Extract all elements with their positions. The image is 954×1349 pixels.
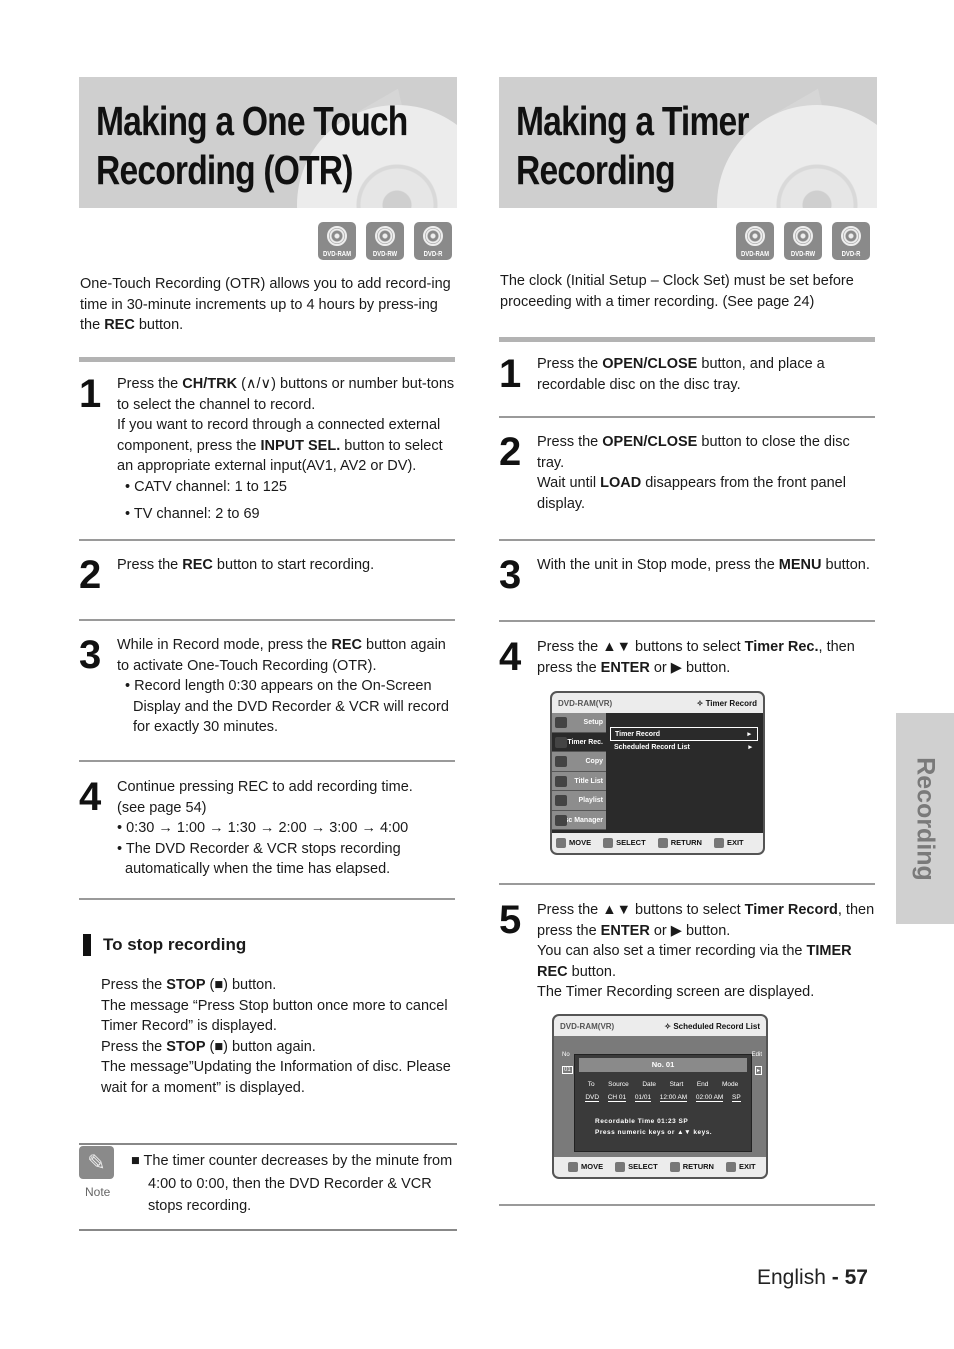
return-key-icon (657, 838, 668, 848)
divider (79, 357, 455, 362)
source-field[interactable]: CH 01 (607, 1094, 627, 1102)
enter-key-icon (603, 838, 614, 848)
date-field[interactable]: 01/01 (634, 1094, 652, 1102)
osd-scheduled-list: DVD-RAM(VR) ✧ Scheduled Record List No 01… (552, 1014, 768, 1179)
page-title: Making a One Touch Recording (OTR) (96, 98, 408, 193)
divider (499, 620, 875, 622)
divider (499, 1204, 875, 1206)
divider (79, 1143, 457, 1145)
dvd-rw-icon: DVD-RW (784, 222, 822, 260)
playlist-icon (555, 795, 567, 806)
stop-recording-heading: To stop recording (83, 934, 246, 956)
osd-menu-timer-record[interactable]: Timer Record ▸ (610, 727, 758, 741)
divider (499, 337, 875, 342)
osd-select-hint: SELECT (615, 1162, 658, 1172)
osd-select-hint: SELECT (603, 838, 646, 848)
arrow-right-icon: ▸ (754, 1066, 762, 1075)
osd-side-item-timer-rec[interactable]: Timer Rec. (552, 732, 606, 752)
divider (79, 898, 455, 900)
dvd-r-icon: DVD-R (832, 222, 870, 260)
osd-return-hint: RETURN (657, 838, 702, 848)
osd-side-menu: Setup Timer Rec. Copy Title List Playlis… (552, 713, 606, 833)
return-key-icon (669, 1162, 680, 1172)
disc-icon (555, 814, 567, 826)
osd-menu-scheduled-list[interactable]: Scheduled Record List ▸ (610, 741, 758, 755)
divider (79, 760, 455, 762)
section-tab-recording: Recording (896, 713, 954, 924)
page-number: English - 57 (757, 1266, 868, 1289)
end-field[interactable]: 02:00 AM (695, 1094, 724, 1102)
disc-compat-icons: DVD-RAM DVD-RW DVD-R (736, 222, 870, 260)
start-field[interactable]: 12:00 AM (659, 1094, 688, 1102)
pencil-note-icon: ✎ (79, 1146, 114, 1179)
osd-exit-hint: EXIT (713, 838, 744, 848)
dvd-ram-icon: DVD-RAM (318, 222, 356, 260)
note-text: ■ The timer counter decreases by the min… (131, 1153, 453, 1214)
exit-key-icon (725, 1162, 736, 1172)
divider (79, 619, 455, 621)
dvd-rw-icon: DVD-RW (366, 222, 404, 260)
timer-record-dialog: No. 01 To Source Date Start End Mode DVD CH 0… (574, 1054, 752, 1152)
divider (79, 1229, 457, 1231)
osd-side-item-disc-manager[interactable]: Disc Manager (552, 810, 606, 830)
move-key-icon (568, 1162, 578, 1172)
arrow-right-icon: ▸ (748, 744, 752, 751)
timer-intro: The clock (Initial Setup – Clock Set) mu… (500, 273, 854, 310)
dvd-r-icon: DVD-R (414, 222, 452, 260)
osd-side-item-copy[interactable]: Copy (552, 752, 606, 772)
otr-intro: One-Touch Recording (OTR) allows you to … (80, 276, 451, 333)
otr-title-banner: Making a One Touch Recording (OTR) (79, 77, 457, 208)
exit-key-icon (713, 838, 724, 848)
osd-side-item-playlist[interactable]: Playlist (552, 791, 606, 811)
mode-field[interactable]: SP (732, 1094, 741, 1102)
osd-move-hint: MOVE (568, 1162, 603, 1172)
clock-icon (555, 736, 567, 748)
gear-icon (555, 717, 567, 728)
move-key-icon (556, 838, 566, 848)
divider (79, 539, 455, 541)
divider (499, 416, 875, 418)
stop-recording-text: Press the STOP (■) button. The message “… (101, 977, 451, 1096)
arrow-right-icon: ▸ (747, 731, 751, 738)
to-field[interactable]: DVD (585, 1094, 600, 1102)
note-label: Note (85, 1185, 111, 1199)
disc-compat-icons: DVD-RAM DVD-RW DVD-R (318, 222, 452, 260)
osd-side-item-title-list[interactable]: Title List (552, 771, 606, 791)
osd-timer-menu: DVD-RAM(VR) ✧ Timer Record Setup Timer Re… (550, 691, 765, 855)
divider (499, 883, 875, 885)
osd-exit-hint: EXIT (725, 1162, 756, 1172)
osd-return-hint: RETURN (669, 1162, 714, 1172)
enter-key-icon (615, 1162, 626, 1172)
divider (499, 539, 875, 541)
osd-move-hint: MOVE (556, 838, 591, 848)
copy-icon (555, 756, 567, 767)
timer-title-banner: Making a Timer Recording (499, 77, 877, 208)
dvd-ram-icon: DVD-RAM (736, 222, 774, 260)
film-icon (555, 775, 567, 787)
osd-side-item-setup[interactable]: Setup (552, 713, 606, 733)
page-title: Making a Timer Recording (516, 98, 749, 193)
